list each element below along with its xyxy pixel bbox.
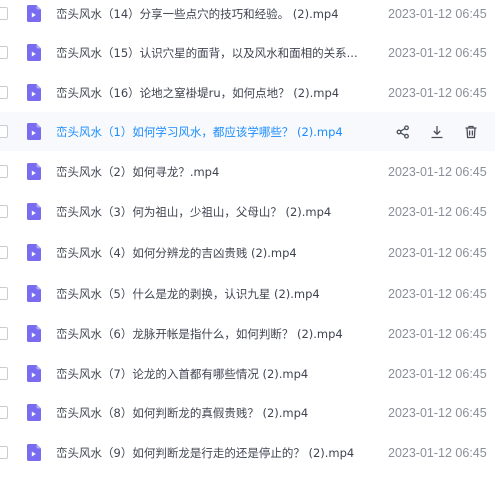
file-date: 2023-01-12 06:45 [388, 326, 487, 341]
row-checkbox[interactable] [0, 165, 8, 178]
file-row[interactable]: 峦头风水（3）何为祖山，少祖山，父母山？ (2).mp4 2023-01-12 … [0, 192, 495, 231]
video-file-icon [27, 325, 41, 342]
row-checkbox[interactable] [0, 446, 8, 459]
file-row[interactable]: 峦头风水（5）什么是龙的剥换，认识九星 (2).mp4 2023-01-12 0… [0, 274, 495, 313]
row-checkbox[interactable] [0, 406, 8, 419]
file-name[interactable]: 峦头风水（3）何为祖山，少祖山，父母山？ (2).mp4 [56, 204, 374, 220]
video-file-icon [27, 365, 41, 382]
delete-icon[interactable] [454, 122, 488, 142]
more-icon[interactable] [488, 122, 495, 142]
file-name[interactable]: 峦头风水（14）分享一些点穴的技巧和经验。 (2).mp4 [56, 6, 374, 22]
video-file-icon [27, 203, 41, 220]
video-file-icon [27, 163, 41, 180]
row-checkbox[interactable] [0, 246, 8, 259]
file-date: 2023-01-12 06:45 [388, 164, 487, 179]
file-name[interactable]: 峦头风水（15）认识穴星的面背，以及风水和面相的关系... [56, 45, 374, 61]
file-row[interactable]: 峦头风水（14）分享一些点穴的技巧和经验。 (2).mp4 2023-01-12… [0, 0, 495, 33]
file-row-hovered[interactable]: 峦头风水（1）如何学习风水，都应该学哪些？ (2).mp4 [0, 112, 495, 151]
row-checkbox[interactable] [0, 7, 8, 20]
file-row[interactable]: 峦头风水（7）论龙的入首都有哪些情况 (2).mp4 2023-01-12 06… [0, 354, 495, 393]
file-date: 2023-01-12 06:45 [388, 45, 487, 60]
file-date: 2023-01-12 06:45 [388, 445, 487, 460]
file-name[interactable]: 峦头风水（1）如何学习风水，都应该学哪些？ (2).mp4 [56, 124, 374, 140]
row-checkbox[interactable] [0, 125, 8, 138]
file-row[interactable]: 峦头风水（2）如何寻龙？.mp4 2023-01-12 06:45 [0, 152, 495, 191]
file-row[interactable]: 峦头风水（15）认识穴星的面背，以及风水和面相的关系... 2023-01-12… [0, 33, 495, 72]
file-date: 2023-01-12 06:45 [388, 366, 487, 381]
video-file-icon [27, 123, 41, 140]
file-row[interactable]: 峦头风水（6）龙脉开帐是指什么，如何判断？ (2).mp4 2023-01-12… [0, 314, 495, 353]
file-date: 2023-01-12 06:45 [388, 286, 487, 301]
download-icon[interactable] [420, 122, 454, 142]
file-name[interactable]: 峦头风水（8）如何判断龙的真假贵贱？ (2).mp4 [56, 405, 374, 421]
file-date: 2023-01-12 06:45 [388, 6, 487, 21]
file-date: 2023-01-12 06:45 [388, 405, 487, 420]
video-file-icon [27, 44, 41, 61]
file-row[interactable]: 峦头风水（4）如何分辨龙的吉凶贵贱 (2).mp4 2023-01-12 06:… [0, 233, 495, 272]
file-name[interactable]: 峦头风水（2）如何寻龙？.mp4 [56, 164, 374, 180]
video-file-icon [27, 84, 41, 101]
file-row[interactable]: 峦头风水（9）如何判断龙是行走的还是停止的？ (2).mp4 2023-01-1… [0, 433, 495, 472]
video-file-icon [27, 444, 41, 461]
row-checkbox[interactable] [0, 367, 8, 380]
file-name[interactable]: 峦头风水（5）什么是龙的剥换，认识九星 (2).mp4 [56, 286, 374, 302]
row-checkbox[interactable] [0, 327, 8, 340]
file-list: 峦头风水（14）分享一些点穴的技巧和经验。 (2).mp4 2023-01-12… [0, 0, 495, 503]
file-date: 2023-01-12 06:45 [388, 204, 487, 219]
file-name[interactable]: 峦头风水（6）龙脉开帐是指什么，如何判断？ (2).mp4 [56, 326, 374, 342]
video-file-icon [27, 5, 41, 22]
row-checkbox[interactable] [0, 86, 8, 99]
file-name[interactable]: 峦头风水（16）论地之窒褂堤ru，如何点地？ (2).mp4 [56, 85, 374, 101]
file-row[interactable]: 峦头风水（8）如何判断龙的真假贵贱？ (2).mp4 2023-01-12 06… [0, 393, 495, 432]
file-name[interactable]: 峦头风水（4）如何分辨龙的吉凶贵贱 (2).mp4 [56, 245, 374, 261]
video-file-icon [27, 244, 41, 261]
file-name[interactable]: 峦头风水（7）论龙的入首都有哪些情况 (2).mp4 [56, 366, 374, 382]
file-date: 2023-01-12 06:45 [388, 245, 487, 260]
row-actions [386, 122, 495, 142]
row-checkbox[interactable] [0, 46, 8, 59]
row-checkbox[interactable] [0, 205, 8, 218]
share-icon[interactable] [386, 122, 420, 142]
file-date: 2023-01-12 06:45 [388, 85, 487, 100]
file-name[interactable]: 峦头风水（9）如何判断龙是行走的还是停止的？ (2).mp4 [56, 445, 374, 461]
file-row[interactable]: 峦头风水（16）论地之窒褂堤ru，如何点地？ (2).mp4 2023-01-1… [0, 73, 495, 112]
video-file-icon [27, 285, 41, 302]
video-file-icon [27, 404, 41, 421]
row-checkbox[interactable] [0, 287, 8, 300]
